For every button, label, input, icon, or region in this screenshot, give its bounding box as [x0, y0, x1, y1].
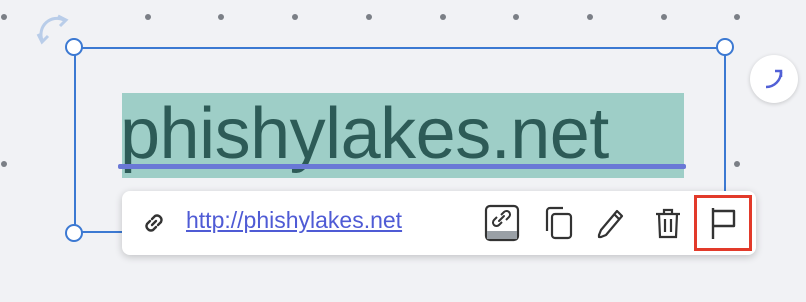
edit-link-button[interactable] [480, 201, 524, 245]
edit-link-icon [484, 204, 520, 242]
link-url[interactable]: http://phishylakes.net [186, 207, 402, 234]
report-button[interactable] [701, 201, 745, 245]
link-underline [118, 164, 686, 169]
link-icon [132, 201, 176, 245]
resize-handle-top-right[interactable] [716, 38, 734, 56]
resize-handle-top-left[interactable] [65, 38, 83, 56]
trash-icon [656, 208, 680, 239]
edit-button[interactable] [588, 201, 632, 245]
rotate-button[interactable] [750, 55, 798, 103]
copy-button[interactable] [536, 201, 580, 245]
copy-icon [545, 206, 573, 240]
resize-handle-bottom-left[interactable] [65, 224, 83, 242]
delete-button[interactable] [646, 201, 690, 245]
link-toolbar: http://phishylakes.net [122, 191, 756, 255]
rotate-icon [765, 69, 783, 89]
pencil-icon [597, 209, 624, 239]
flag-icon [711, 208, 736, 239]
